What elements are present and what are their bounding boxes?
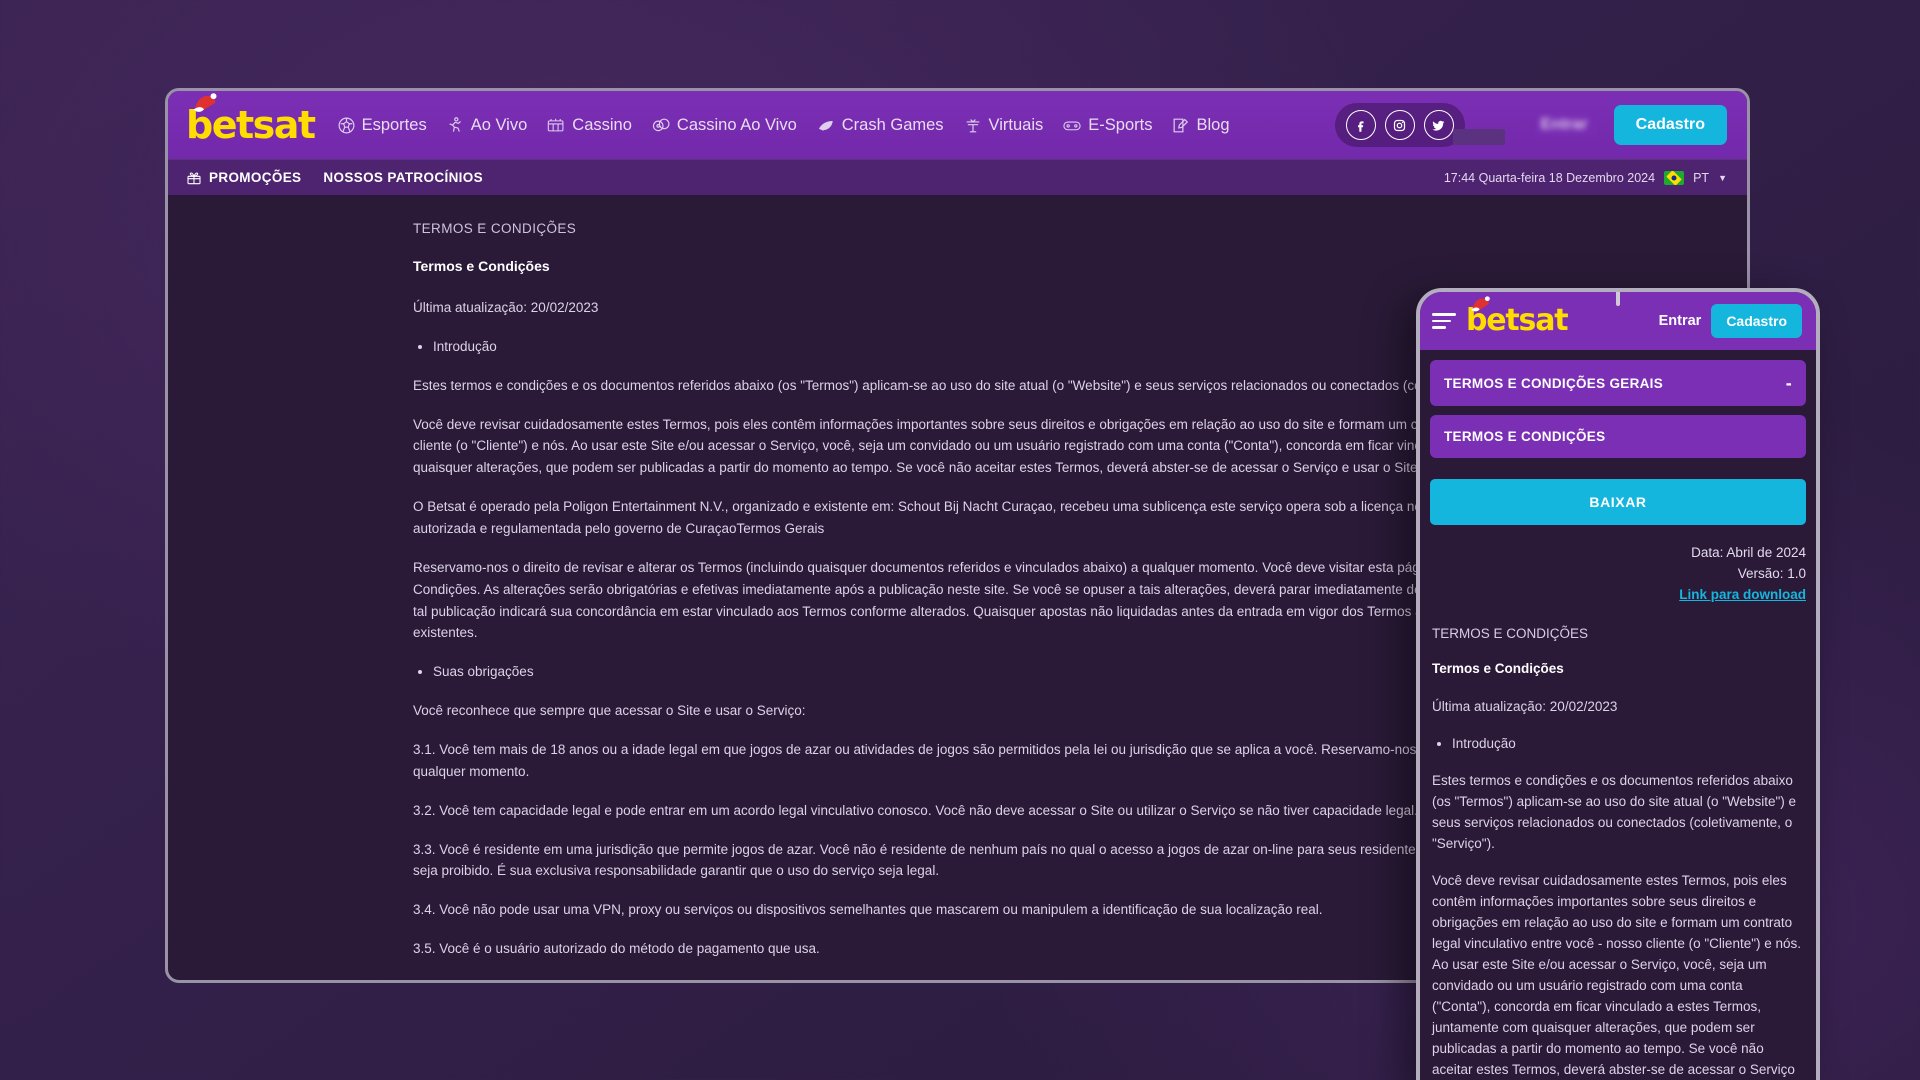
- language-selector[interactable]: PT: [1693, 171, 1709, 185]
- subnav-label: PROMOÇÕES: [209, 170, 302, 185]
- nav-item-esportes[interactable]: Esportes: [337, 116, 427, 135]
- nav-item-blog[interactable]: Blog: [1171, 115, 1230, 135]
- nav-item-cassino-ao-vivo[interactable]: Cassino Ao Vivo: [651, 116, 797, 135]
- nav-item-cassino[interactable]: Cassino: [546, 116, 632, 135]
- nav-label: Virtuais: [988, 115, 1044, 134]
- mobile-paragraph-1: Estes termos e condições e os documentos…: [1432, 772, 1797, 851]
- register-button-mobile[interactable]: Cadastro: [1711, 304, 1802, 338]
- mobile-phone-overlay: betsat Entrar Cadastro TERMOS E CONDIÇÕE…: [1416, 288, 1820, 1080]
- facebook-icon[interactable]: [1345, 110, 1376, 140]
- nav-label: E-Sports: [1088, 115, 1153, 134]
- desktop-main-nav: Esportes Ao Vivo Cassino Cassino Ao Vivo…: [337, 116, 1230, 135]
- santa-hat-icon: [193, 93, 217, 112]
- live-running-icon: [449, 116, 461, 132]
- collapse-minus-icon: -: [1785, 373, 1792, 393]
- nav-label: Blog: [1196, 115, 1230, 134]
- hamburger-menu-icon[interactable]: [1432, 313, 1456, 329]
- download-link[interactable]: Link para download: [1430, 585, 1806, 606]
- social-links-group: [1334, 103, 1465, 147]
- login-button-mobile[interactable]: Entrar: [1659, 313, 1702, 329]
- brazil-flag-icon: [1664, 170, 1685, 185]
- subnav-item-patrocinios[interactable]: NOSSOS PATROCÍNIOS: [323, 170, 483, 185]
- mobile-body: TERMOS E CONDIÇÕES GERAIS - TERMOS E CON…: [1420, 350, 1816, 1080]
- virtual-sports-icon: [966, 118, 979, 132]
- site-logo[interactable]: betsat: [186, 93, 316, 144]
- chevron-down-icon[interactable]: ▼: [1718, 173, 1727, 183]
- nav-item-ao-vivo[interactable]: Ao Vivo: [446, 115, 528, 135]
- meta-version: Versão: 1.0: [1737, 565, 1806, 581]
- nav-item-crash-games[interactable]: Crash Games: [816, 116, 944, 135]
- mobile-site-logo[interactable]: betsat: [1466, 296, 1569, 336]
- mobile-document-heading: Termos e Condições: [1432, 660, 1564, 676]
- nav-item-virtuais[interactable]: Virtuais: [963, 115, 1044, 135]
- nav-label: Esportes: [361, 115, 427, 134]
- live-casino-icon: [652, 118, 670, 131]
- blur-overlay: [1534, 113, 1597, 137]
- accordion-label: TERMOS E CONDIÇÕES: [1444, 429, 1606, 444]
- register-button-desktop[interactable]: Cadastro: [1613, 105, 1727, 145]
- accordion-termos-gerais[interactable]: TERMOS E CONDIÇÕES GERAIS -: [1430, 360, 1806, 406]
- mobile-bullet-introducao: Introdução: [1452, 733, 1804, 754]
- datetime-display: 17:44 Quarta-feira 18 Dezembro 2024: [1443, 170, 1656, 185]
- blog-pencil-icon: [1174, 118, 1189, 132]
- gift-icon: [187, 171, 201, 184]
- nav-label: Cassino: [572, 115, 632, 134]
- accordion-termos-condicoes[interactable]: TERMOS E CONDIÇÕES: [1430, 415, 1806, 458]
- nav-label: Crash Games: [841, 115, 944, 134]
- desktop-secondary-nav: PROMOÇÕES NOSSOS PATROCÍNIOS 17:44 Quart…: [168, 159, 1747, 195]
- document-metadata: Data: Abril de 2024 Versão: 1.0 Link par…: [1430, 543, 1806, 606]
- nav-item-e-sports[interactable]: E-Sports: [1062, 116, 1152, 135]
- mobile-document-kicker: TERMOS E CONDIÇÕES: [1432, 625, 1589, 641]
- login-button-desktop[interactable]: Entrar: [1534, 113, 1597, 137]
- meta-date: Data: Abril de 2024: [1691, 545, 1806, 560]
- blur-box-artifact: [1453, 129, 1505, 145]
- mobile-paragraph-2: Você deve revisar cuidadosamente estes T…: [1432, 873, 1802, 1078]
- nav-label: Ao Vivo: [470, 115, 528, 134]
- santa-hat-icon: [1471, 296, 1490, 312]
- instagram-icon[interactable]: [1384, 110, 1415, 140]
- document-heading: Termos e Condições: [413, 258, 550, 274]
- desktop-header: betsat Esportes Ao Vivo Cassino Cassino …: [168, 91, 1747, 159]
- subnav-right-group: 17:44 Quarta-feira 18 Dezembro 2024 PT ▼: [1443, 170, 1727, 185]
- gamepad-icon: [1063, 121, 1081, 130]
- desktop-header-actions: Entrar Cadastro: [1334, 103, 1747, 147]
- nav-label: Cassino Ao Vivo: [676, 115, 797, 134]
- download-button[interactable]: BAIXAR: [1430, 479, 1806, 525]
- crash-rocket-icon: [818, 120, 833, 131]
- soccer-ball-icon: [338, 117, 355, 133]
- accordion-label: TERMOS E CONDIÇÕES GERAIS: [1444, 375, 1664, 391]
- mobile-last-update: Última atualização: 20/02/2023: [1432, 698, 1618, 714]
- twitter-icon[interactable]: [1423, 110, 1454, 140]
- phone-notch: [1616, 292, 1620, 306]
- document-kicker: TERMOS E CONDIÇÕES: [413, 221, 577, 236]
- mobile-document: TERMOS E CONDIÇÕES Termos e Condições Úl…: [1430, 626, 1806, 1080]
- subnav-item-promocoes[interactable]: PROMOÇÕES: [186, 170, 301, 186]
- slot-machine-icon: [548, 118, 564, 131]
